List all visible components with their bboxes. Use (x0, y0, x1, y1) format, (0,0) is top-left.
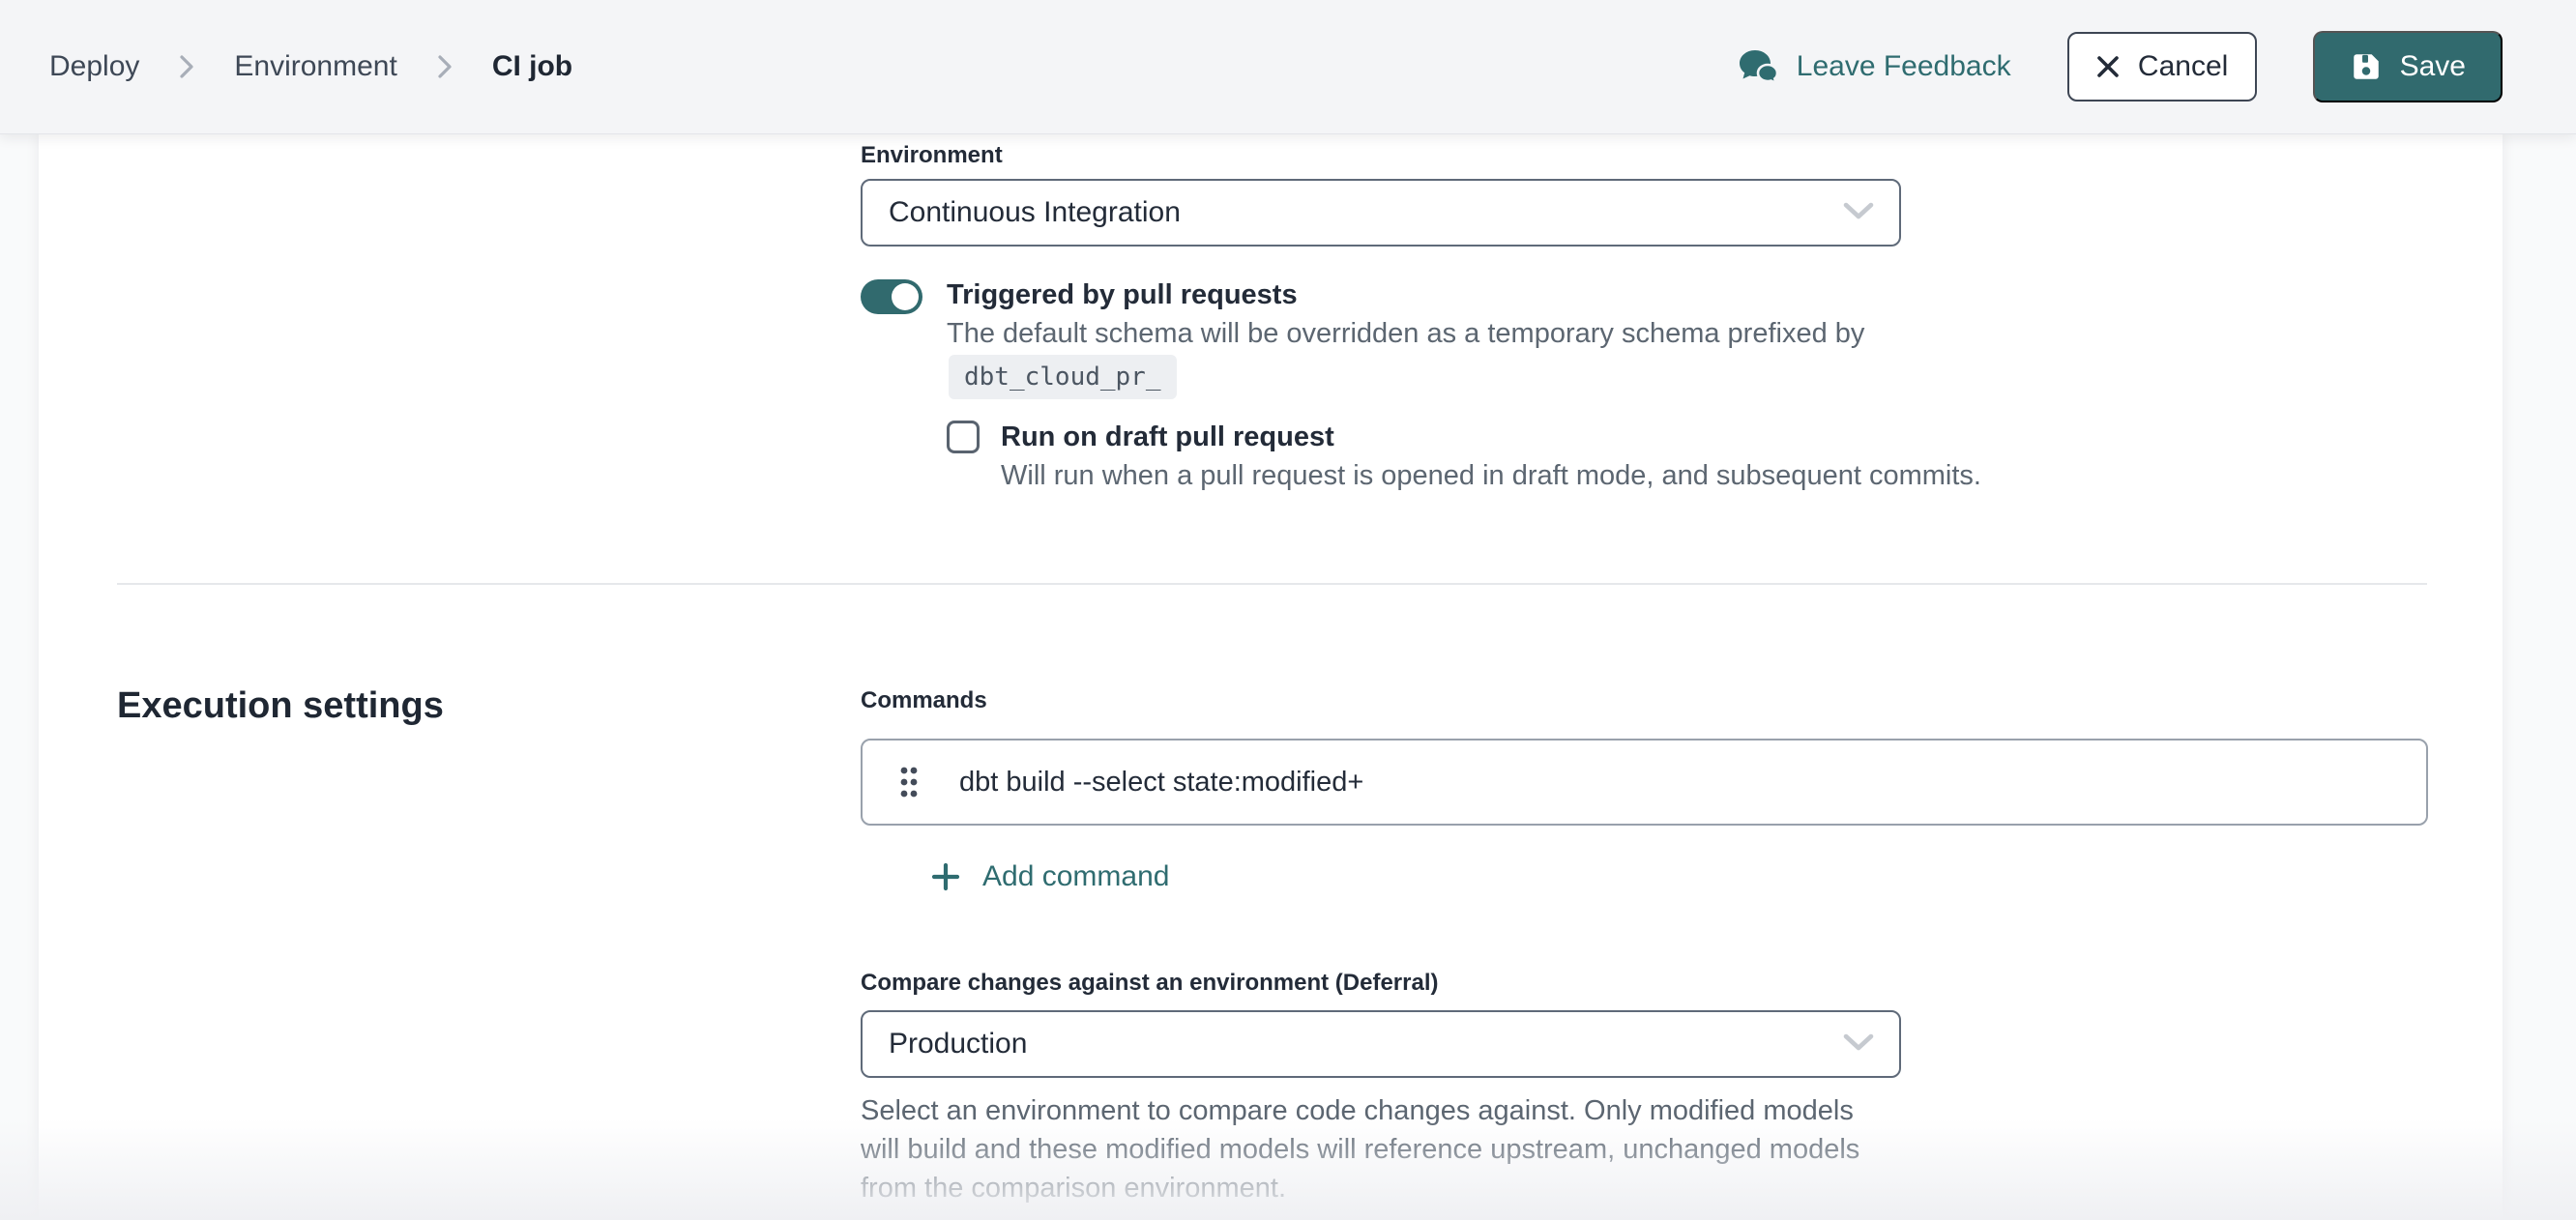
pr-trigger-description: The default schema will be overridden as… (947, 318, 1864, 350)
chevron-right-icon (178, 52, 195, 81)
cancel-button-label: Cancel (2138, 50, 2228, 83)
add-command-label: Add command (982, 860, 1169, 893)
schema-prefix-code: dbt_cloud_pr_ (949, 355, 1177, 399)
command-input[interactable]: dbt build --select state:modified+ (959, 767, 1363, 799)
draft-pr-description: Will run when a pull request is opened i… (1001, 460, 1981, 492)
environment-select-value: Continuous Integration (889, 196, 1181, 229)
pr-trigger-title: Triggered by pull requests (947, 279, 1298, 311)
breadcrumb-item-ci-job: CI job (492, 50, 572, 83)
draft-pr-title: Run on draft pull request (1001, 421, 1334, 453)
deferral-select-value: Production (889, 1028, 1027, 1060)
breadcrumb-item-environment[interactable]: Environment (234, 50, 396, 83)
leave-feedback-link[interactable]: Leave Feedback (1739, 48, 2011, 85)
save-button[interactable]: Save (2313, 31, 2503, 102)
settings-panel: Environment Continuous Integration Trigg… (39, 134, 2503, 1220)
draft-pr-checkbox[interactable] (947, 421, 980, 453)
deferral-description: Select an environment to compare code ch… (861, 1091, 1881, 1207)
breadcrumb: Deploy Environment CI job (49, 50, 572, 83)
execution-settings-heading: Execution settings (117, 685, 444, 727)
deferral-field-label: Compare changes against an environment (… (861, 970, 1439, 997)
environment-select[interactable]: Continuous Integration (861, 179, 1901, 247)
command-row[interactable]: dbt build --select state:modified+ (861, 739, 2428, 826)
x-icon (2095, 54, 2121, 79)
topbar-actions: Leave Feedback Cancel Save (1739, 31, 2503, 102)
toggle-knob (892, 283, 919, 310)
environment-field-label: Environment (861, 142, 1003, 169)
topbar: Deploy Environment CI job Leave Feedback… (0, 0, 2576, 134)
chat-bubbles-icon (1739, 48, 1779, 85)
floppy-disk-icon (2350, 50, 2383, 83)
drag-handle-icon[interactable] (897, 764, 921, 800)
plus-icon (930, 861, 961, 892)
cancel-button[interactable]: Cancel (2067, 32, 2257, 102)
chevron-right-icon (436, 52, 454, 81)
leave-feedback-label: Leave Feedback (1797, 50, 2011, 83)
chevron-down-icon (1841, 1028, 1876, 1060)
save-button-label: Save (2400, 50, 2466, 83)
deferral-select[interactable]: Production (861, 1010, 1901, 1078)
chevron-down-icon (1841, 196, 1876, 229)
section-divider (117, 583, 2427, 585)
breadcrumb-item-deploy[interactable]: Deploy (49, 50, 139, 83)
commands-label: Commands (861, 687, 987, 714)
add-command-button[interactable]: Add command (930, 852, 1169, 902)
pr-trigger-toggle[interactable] (861, 279, 922, 314)
